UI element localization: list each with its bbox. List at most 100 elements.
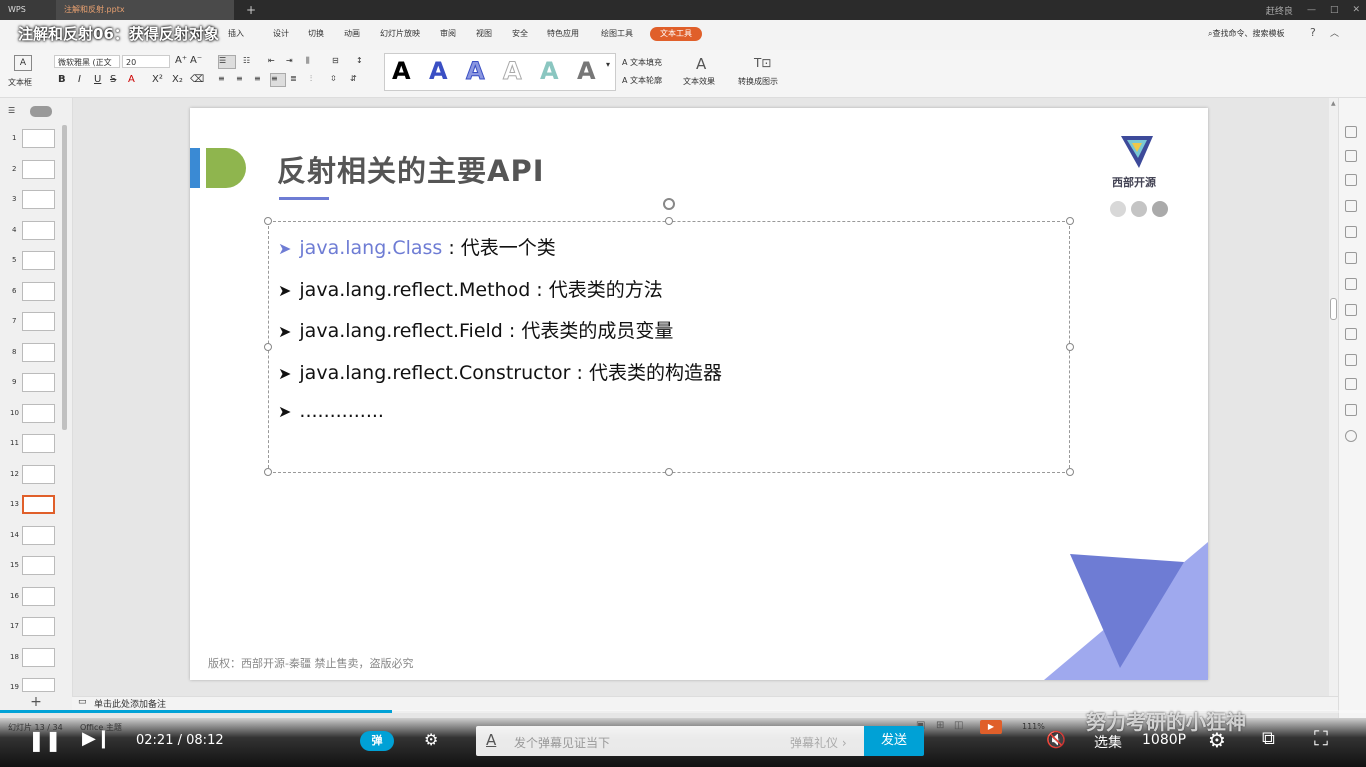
slide-thumbnail-active[interactable] (22, 495, 55, 514)
sorter-view-icon[interactable]: ⊞ (936, 720, 944, 731)
distribute-icon[interactable]: ≣ (290, 74, 297, 83)
grow-font-icon[interactable]: A⁺ (175, 55, 187, 66)
scroll-up-icon[interactable]: ▲ (1331, 100, 1336, 107)
bullet-item[interactable]: ➤ java.lang.reflect.Method : 代表类的方法 (278, 275, 663, 302)
document-icon[interactable] (1345, 226, 1357, 238)
slide-thumbnail[interactable] (22, 251, 55, 270)
menu-item-view[interactable]: 视图 (476, 28, 492, 39)
slide-thumbnail[interactable] (22, 526, 55, 545)
download-icon[interactable] (1345, 378, 1357, 390)
zoom-level[interactable]: 111% (1022, 722, 1045, 731)
strikethrough-icon[interactable]: S (110, 74, 116, 85)
menu-item-review[interactable]: 审阅 (440, 28, 456, 39)
numbering-icon[interactable]: ☷ (243, 56, 250, 65)
text-effect-icon[interactable]: A (696, 55, 706, 73)
help-icon[interactable]: ? (1310, 26, 1316, 39)
slides-scrollbar[interactable] (62, 125, 67, 430)
text-effect-label[interactable]: 文本效果 (683, 76, 715, 87)
decrease-indent-icon[interactable]: ⇤ (268, 56, 275, 65)
bullets-icon[interactable]: ☰ (218, 55, 236, 69)
audio-icon[interactable] (1345, 354, 1357, 366)
scrollbar-thumb[interactable] (1330, 298, 1337, 320)
align-center-icon[interactable]: ≡ (236, 74, 243, 83)
slides-view-icon[interactable] (30, 106, 52, 117)
subscript-icon[interactable]: X₂ (172, 74, 183, 85)
outline-view-icon[interactable]: ☰ (8, 106, 15, 115)
maximize-icon[interactable]: □ (1330, 5, 1339, 15)
menu-item-text-tools[interactable]: 文本工具 (650, 27, 702, 41)
format-icon[interactable] (1345, 150, 1357, 162)
danmu-settings-icon[interactable]: ⚙ (424, 730, 438, 749)
minimize-icon[interactable]: — (1307, 5, 1316, 15)
font-name-select[interactable]: 微软雅黑 (正文 (54, 55, 120, 68)
bold-icon[interactable]: B (58, 74, 66, 85)
vertical-align-icon[interactable]: ⇵ (350, 74, 357, 83)
image-icon[interactable] (1345, 328, 1357, 340)
align-text-icon[interactable]: ⊟ (332, 56, 339, 65)
underline-icon[interactable]: U (94, 74, 101, 85)
danmu-toggle[interactable]: 弹 (360, 731, 394, 751)
slide-thumbnail[interactable] (22, 434, 55, 453)
bullet-item[interactable]: ➤ java.lang.reflect.Field : 代表类的成员变量 (278, 316, 673, 343)
text-style-white-outline[interactable]: A (503, 57, 523, 86)
resize-handle[interactable] (264, 217, 272, 225)
slide-thumbnail[interactable] (22, 343, 55, 362)
slide-thumbnail[interactable] (22, 556, 55, 575)
play-slideshow-icon[interactable]: ▶ (980, 720, 1002, 734)
columns-icon[interactable]: ⫶ (310, 74, 312, 84)
tab-document[interactable]: 注解和反射.pptx (56, 0, 234, 20)
bullet-item[interactable]: ➤.............. (278, 400, 384, 422)
layout-icon[interactable] (1345, 278, 1357, 290)
reading-view-icon[interactable]: ◫ (954, 720, 963, 731)
close-icon[interactable]: ✕ (1352, 5, 1360, 15)
gallery-more-icon[interactable]: ▾ (606, 60, 610, 69)
slide-thumbnail[interactable] (22, 312, 55, 331)
select-episode-button[interactable]: 选集 (1094, 732, 1122, 752)
menu-item-features[interactable]: 特色应用 (547, 28, 579, 39)
paragraph-spacing-icon[interactable]: ⇳ (330, 74, 337, 83)
star-icon[interactable] (1345, 252, 1357, 264)
mute-icon[interactable]: 🔇 (1046, 730, 1066, 749)
text-style-teal[interactable]: A (540, 57, 559, 85)
slide-thumbnail[interactable] (22, 465, 55, 484)
picture-in-picture-icon[interactable]: ⧉ (1262, 728, 1275, 749)
pin-icon[interactable] (1345, 126, 1357, 138)
clear-format-icon[interactable]: ⌫ (190, 74, 204, 85)
add-slide-icon[interactable]: + (0, 695, 72, 710)
bullet-item[interactable]: ➤ java.lang.reflect.Constructor : 代表类的构造器 (278, 358, 722, 385)
slide-thumbnail[interactable] (22, 221, 55, 240)
text-style-gray[interactable]: A (577, 57, 596, 85)
menu-item-transition[interactable]: 切换 (308, 28, 324, 39)
pause-icon[interactable]: ❚❚ (28, 728, 62, 752)
tab-wps[interactable]: WPS (0, 0, 56, 20)
align-left-icon[interactable]: ≡ (218, 74, 225, 83)
bullet-item[interactable]: ➤ java.lang.Class : 代表一个类 (278, 233, 556, 260)
next-icon[interactable]: ▶❙ (82, 728, 111, 749)
font-color-icon[interactable]: A (128, 74, 135, 85)
italic-icon[interactable]: I (78, 74, 81, 85)
help-icon[interactable] (1345, 430, 1357, 442)
text-style-blue[interactable]: A (429, 57, 448, 85)
convert-smartart-icon[interactable]: T⊡ (754, 56, 771, 70)
menu-item-drawing-tools[interactable]: 绘图工具 (601, 28, 633, 39)
slide-thumbnail[interactable] (22, 648, 55, 667)
slide-title[interactable]: 反射相关的主要API (277, 148, 545, 190)
slide-thumbnail[interactable] (22, 587, 55, 606)
superscript-icon[interactable]: X² (152, 74, 163, 85)
new-tab-button[interactable]: + (238, 0, 258, 20)
resize-handle[interactable] (264, 343, 272, 351)
resize-handle[interactable] (665, 468, 673, 476)
slide-scrollbar[interactable] (1329, 98, 1338, 696)
text-style-blue-outline[interactable]: A (466, 57, 486, 86)
history-icon[interactable] (1345, 404, 1357, 416)
list-icon[interactable] (1345, 304, 1357, 316)
slide-thumbnail[interactable] (22, 373, 55, 392)
command-search[interactable]: ⌕查找命令、搜索模板 (1208, 28, 1284, 39)
justify-icon[interactable]: ≡ (270, 73, 286, 87)
slide-thumbnail[interactable] (22, 404, 55, 423)
resize-handle[interactable] (1066, 217, 1074, 225)
text-direction-icon[interactable]: ⫼ (306, 56, 310, 66)
textbox-label[interactable]: 文本框 (8, 77, 32, 88)
settings-icon[interactable] (1345, 200, 1357, 212)
danmu-style-icon[interactable]: A (486, 731, 496, 749)
